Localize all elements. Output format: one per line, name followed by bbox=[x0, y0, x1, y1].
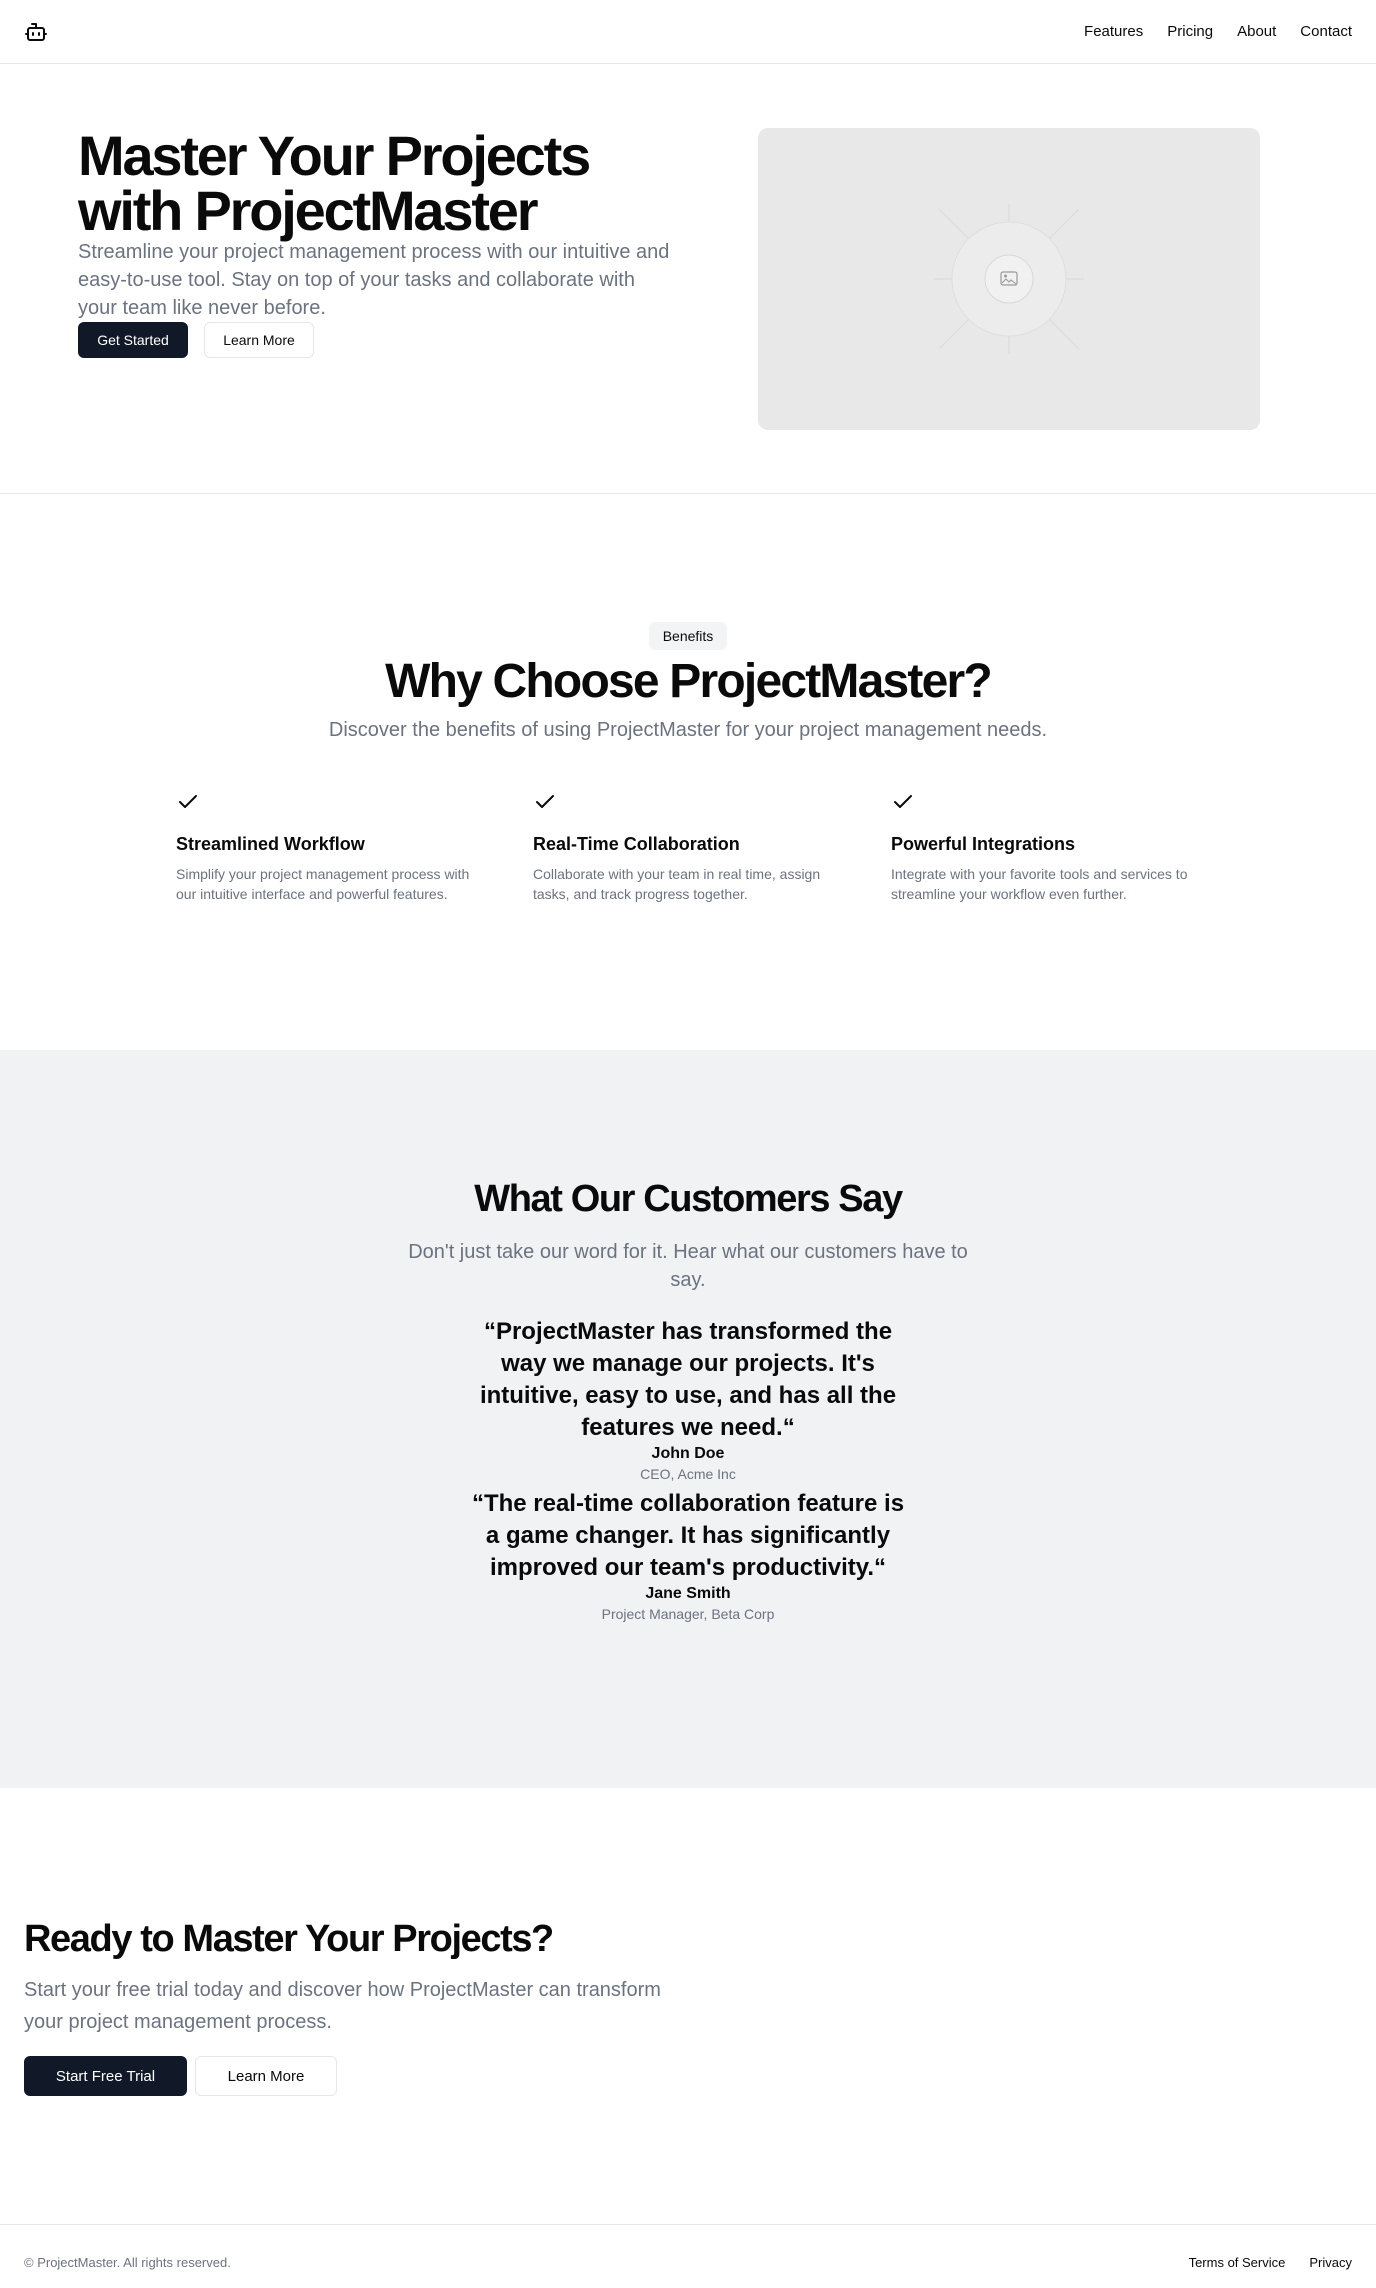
testimonials-subtitle: Don't just take our word for it. Hear wh… bbox=[408, 1241, 968, 1291]
cta-learn-more-button[interactable]: Learn More bbox=[195, 2056, 337, 2096]
bot-icon bbox=[25, 23, 47, 41]
logo-link[interactable] bbox=[24, 20, 48, 44]
get-started-button[interactable]: Get Started bbox=[78, 322, 188, 358]
nav-contact[interactable]: Contact bbox=[1300, 22, 1352, 42]
testimonial-quote: “The real-time collaboration feature is … bbox=[471, 1490, 905, 1581]
start-free-trial-button[interactable]: Start Free Trial bbox=[24, 2056, 187, 2096]
privacy-link[interactable]: Privacy bbox=[1309, 2255, 1352, 2270]
check-icon bbox=[179, 795, 197, 808]
feature-title: Powerful Integrations bbox=[891, 834, 1076, 854]
footer-nav: Terms of Service Privacy bbox=[1189, 2255, 1352, 2270]
testimonial-card: “ProjectMaster has transformed the way w… bbox=[468, 1316, 908, 1484]
feature-title: Real-Time Collaboration bbox=[533, 834, 740, 854]
feature-title: Streamlined Workflow bbox=[176, 834, 365, 854]
feature-streamlined-workflow: Streamlined Workflow Simplify your proje… bbox=[176, 790, 486, 904]
feature-real-time-collaboration: Real-Time Collaboration Collaborate with… bbox=[533, 790, 843, 904]
testimonial-role: Project Manager, Beta Corp bbox=[601, 1606, 775, 1622]
site-footer: © ProjectMaster. All rights reserved. Te… bbox=[0, 2224, 1376, 2288]
testimonial-role: CEO, Acme Inc bbox=[640, 1466, 736, 1482]
feature-powerful-integrations: Powerful Integrations Integrate with you… bbox=[891, 790, 1201, 904]
site-header: Features Pricing About Contact bbox=[0, 0, 1376, 64]
testimonial-card: “The real-time collaboration feature is … bbox=[468, 1488, 908, 1624]
testimonial-name: John Doe bbox=[651, 1445, 725, 1462]
learn-more-button[interactable]: Learn More bbox=[204, 322, 314, 358]
nav-pricing[interactable]: Pricing bbox=[1167, 22, 1213, 42]
check-icon bbox=[894, 795, 912, 808]
nav-about[interactable]: About bbox=[1237, 22, 1276, 42]
copyright-text: © ProjectMaster. All rights reserved. bbox=[24, 2255, 231, 2270]
testimonial-quote: “ProjectMaster has transformed the way w… bbox=[479, 1318, 897, 1441]
terms-link[interactable]: Terms of Service bbox=[1189, 2255, 1286, 2270]
feature-description: Collaborate with your team in real time,… bbox=[533, 866, 821, 902]
cta-title: Ready to Master Your Projects? bbox=[24, 1918, 554, 1960]
feature-description: Integrate with your favorite tools and s… bbox=[891, 866, 1188, 902]
benefits-title: Why Choose ProjectMaster? bbox=[385, 655, 993, 708]
testimonials-title: What Our Customers Say bbox=[474, 1178, 903, 1220]
benefits-badge: Benefits bbox=[649, 622, 727, 650]
nav-features[interactable]: Features bbox=[1084, 22, 1143, 42]
feature-description: Simplify your project management process… bbox=[176, 866, 470, 902]
main-nav: Features Pricing About Contact bbox=[1084, 22, 1352, 42]
testimonial-name: Jane Smith bbox=[645, 1585, 731, 1602]
image-placeholder-icon bbox=[934, 204, 1084, 354]
cta-subtitle: Start your free trial today and discover… bbox=[24, 1979, 661, 2033]
hero-image-placeholder bbox=[758, 128, 1260, 430]
hero-title: Master Your Projects with ProjectMaster bbox=[78, 124, 591, 242]
check-icon bbox=[536, 795, 554, 808]
benefits-subtitle: Discover the benefits of using ProjectMa… bbox=[328, 719, 1048, 741]
hero-subtitle: Streamline your project management proce… bbox=[78, 241, 670, 319]
